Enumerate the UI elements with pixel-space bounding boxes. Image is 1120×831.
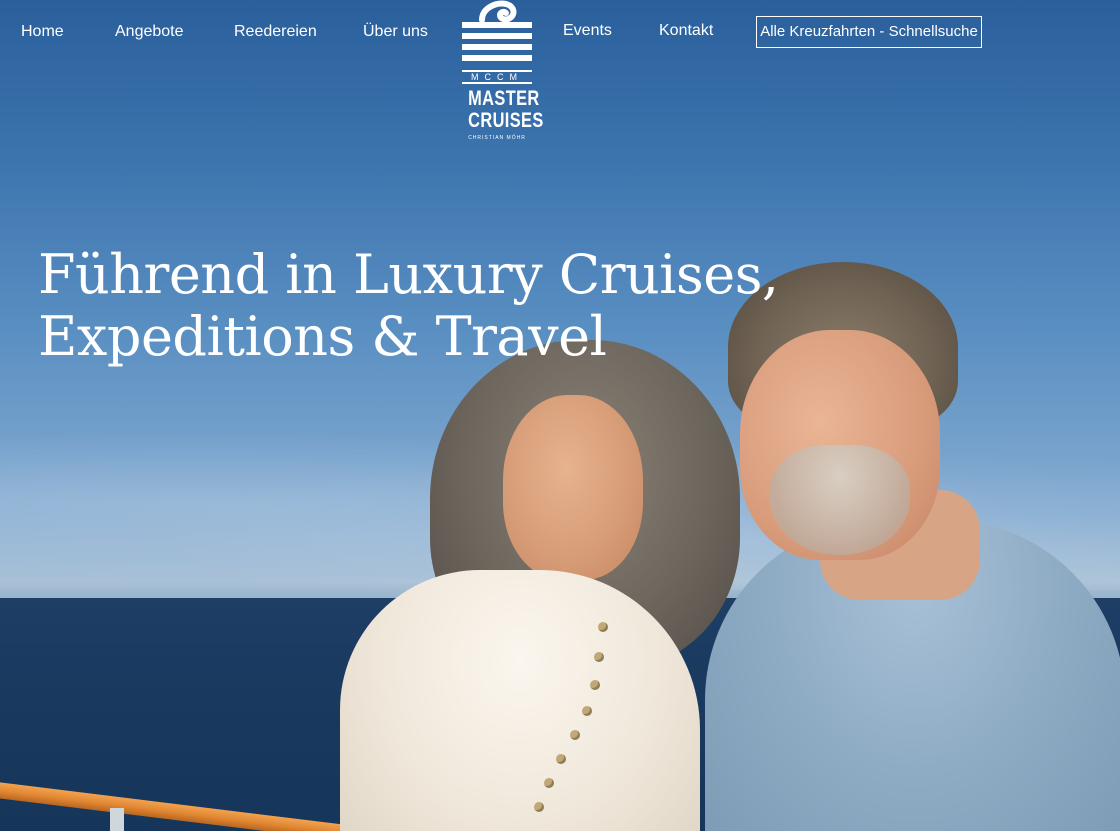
nav-events[interactable]: Events	[563, 21, 612, 41]
hero-image	[0, 0, 1120, 831]
headline-line-2: Expeditions & Travel	[38, 305, 607, 368]
hero-headline: Führend in Luxury Cruises, Expeditions &…	[38, 244, 798, 368]
nav-ueber-uns[interactable]: Über uns	[363, 22, 428, 42]
logo-monogram: MCCM	[462, 70, 532, 84]
logo-master: MASTER	[468, 87, 540, 110]
nav-reedereien[interactable]: Reedereien	[234, 22, 317, 42]
quick-search-button[interactable]: Alle Kreuzfahrten - Schnellsuche	[756, 16, 982, 48]
headline-line-1: Führend in Luxury Cruises,	[38, 243, 779, 306]
logo-stripe	[462, 33, 532, 39]
nav-angebote[interactable]: Angebote	[115, 22, 184, 42]
man-beard	[770, 445, 910, 555]
logo-tagline: CHRISTIAN MÖHR	[468, 135, 526, 141]
logo-cruises: CRUISES	[468, 109, 544, 132]
main-navigation: Home Angebote Reedereien Über uns Events…	[0, 0, 1120, 70]
logo-stripe	[462, 22, 532, 28]
master-cruises-logo[interactable]: MCCM MASTER CRUISES CHRISTIAN MÖHR	[460, 0, 544, 145]
nav-home[interactable]: Home	[21, 22, 64, 42]
nav-kontakt[interactable]: Kontakt	[659, 21, 713, 41]
logo-stripe	[462, 44, 532, 50]
woman-face	[503, 395, 643, 580]
logo-stripe	[462, 55, 532, 61]
railing-post	[110, 808, 124, 831]
